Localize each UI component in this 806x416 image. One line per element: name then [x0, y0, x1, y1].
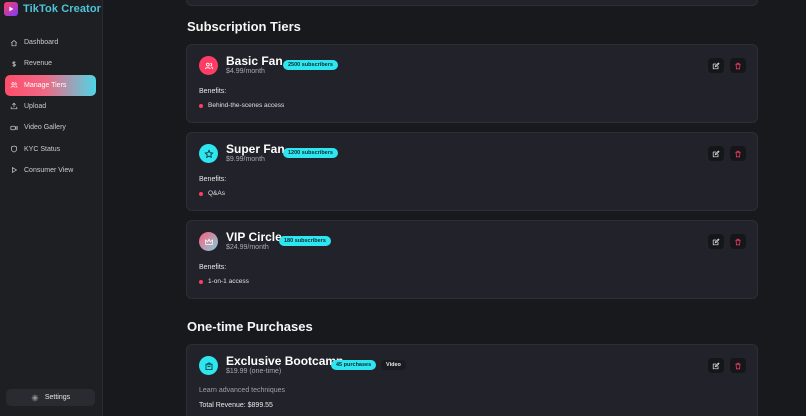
benefit-text: Behind-the-scenes access: [208, 102, 285, 109]
trash-icon: [735, 62, 741, 69]
tier-name: Basic Fan: [226, 54, 283, 68]
sidebar-item-label: Revenue: [24, 60, 53, 68]
upload-icon: [10, 103, 18, 110]
subscriber-count-badge: 1200 subscribers: [283, 148, 338, 158]
main-content: Subscription Tiers Basic Fan $4.99/month…: [104, 0, 806, 416]
previous-card: [186, 0, 758, 6]
sidebar-item-label: Manage Tiers: [24, 81, 67, 89]
delete-button[interactable]: [730, 146, 746, 161]
play-icon: [12, 167, 18, 174]
edit-icon: [712, 149, 720, 157]
subscriber-count-badge: 180 subscribers: [279, 236, 331, 246]
delete-button[interactable]: [730, 358, 746, 373]
brand-name: TikTok Creator: [23, 3, 102, 15]
sidebar-item-label: Upload: [24, 102, 47, 110]
trash-icon: [735, 238, 741, 245]
video-icon: [10, 125, 18, 130]
benefits-label: Benefits:: [199, 88, 227, 95]
sidebar-item-dashboard[interactable]: Dashboard: [5, 32, 96, 53]
brand[interactable]: TikTok Creator: [4, 2, 101, 16]
benefit-text: Q&As: [208, 190, 225, 197]
settings-label: Settings: [44, 394, 71, 401]
benefit-item: Q&As: [199, 190, 225, 197]
bullet-dot: [199, 279, 203, 284]
crown-icon: [199, 232, 218, 251]
edit-icon: [712, 61, 720, 69]
bullet-dot: [199, 191, 203, 196]
bullet-dot: [199, 103, 203, 108]
benefit-item: Behind-the-scenes access: [199, 102, 284, 109]
subscriber-count-badge: 2500 subscribers: [283, 60, 338, 70]
tiktok-logo-icon: [4, 2, 18, 16]
sidebar-item-kyc-status[interactable]: KYC Status: [5, 139, 96, 160]
benefit-item: 1-on-1 access: [199, 278, 249, 285]
tier-card-super-fan: Super Fan $9.99/month 1200 subscribers B…: [186, 132, 758, 211]
sidebar-item-label: Consumer View: [24, 166, 74, 174]
tier-name: Super Fan: [226, 142, 285, 156]
edit-icon: [712, 361, 720, 369]
sidebar-item-manage-tiers[interactable]: Manage Tiers: [5, 74, 96, 96]
sidebar-nav: Dashboard Revenue Manage Tiers Upload Vi…: [5, 32, 96, 181]
edit-button[interactable]: [708, 146, 724, 161]
trash-icon: [735, 150, 741, 157]
gear-icon: [31, 394, 39, 401]
tier-price: $4.99/month: [226, 68, 265, 75]
tier-card-vip-circle: VIP Circle $24.99/month 180 subscribers …: [186, 220, 758, 299]
section-title-one-time-purchases: One-time Purchases: [187, 319, 313, 334]
edit-button[interactable]: [708, 234, 724, 249]
users-icon: [199, 56, 218, 75]
sidebar: TikTok Creator Dashboard Revenue Manage …: [0, 0, 103, 416]
settings-button[interactable]: Settings: [6, 389, 95, 406]
shield-icon: [11, 145, 17, 153]
tier-price: $9.99/month: [226, 156, 265, 163]
sidebar-item-revenue[interactable]: Revenue: [5, 53, 96, 74]
delete-button[interactable]: [730, 58, 746, 73]
purchase-card-exclusive-bootcamp: Exclusive Bootcamp $19.99 (one-time) 45 …: [186, 344, 758, 416]
edit-icon: [712, 237, 720, 245]
tier-name: VIP Circle: [226, 230, 282, 244]
edit-button[interactable]: [708, 58, 724, 73]
purchase-description: Learn advanced techniques: [199, 387, 286, 394]
star-icon: [199, 144, 218, 163]
purchase-name: Exclusive Bootcamp: [226, 354, 344, 368]
purchase-count-badge: 45 purchases: [331, 360, 377, 370]
benefits-label: Benefits:: [199, 264, 227, 271]
users-icon: [10, 82, 18, 88]
delete-button[interactable]: [730, 234, 746, 249]
tier-price: $24.99/month: [226, 244, 269, 251]
sidebar-item-consumer-view[interactable]: Consumer View: [5, 160, 96, 181]
edit-button[interactable]: [708, 358, 724, 373]
benefit-text: 1-on-1 access: [208, 278, 249, 285]
content-type-tag: Video: [381, 360, 406, 370]
shopping-bag-icon: [199, 356, 218, 375]
tier-card-basic-fan: Basic Fan $4.99/month 2500 subscribers B…: [186, 44, 758, 123]
trash-icon: [735, 362, 741, 369]
dollar-icon: [12, 60, 16, 67]
section-title-subscription-tiers: Subscription Tiers: [187, 19, 301, 34]
benefits-label: Benefits:: [199, 176, 227, 183]
sidebar-item-label: KYC Status: [24, 145, 61, 153]
home-icon: [10, 39, 18, 46]
sidebar-item-label: Video Gallery: [24, 124, 66, 132]
purchase-price: $19.99 (one-time): [226, 368, 282, 375]
sidebar-item-label: Dashboard: [24, 39, 59, 46]
purchase-total-revenue: Total Revenue: $899.55: [199, 402, 273, 409]
sidebar-item-upload[interactable]: Upload: [5, 96, 96, 117]
sidebar-item-video-gallery[interactable]: Video Gallery: [5, 117, 96, 138]
